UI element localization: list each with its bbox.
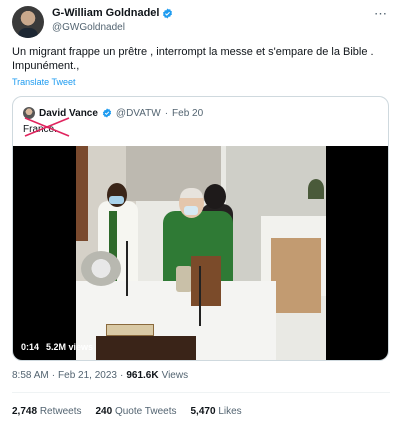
quotes-count: 240 <box>95 406 113 417</box>
views-count: 961.6K <box>126 370 159 381</box>
video-views: 5.2M views <box>46 342 94 352</box>
author-handle[interactable]: @GWGoldnadel <box>52 22 125 33</box>
translate-tweet-link[interactable]: Translate Tweet <box>12 77 76 87</box>
author-name-row[interactable]: G-William Goldnadel <box>52 7 173 19</box>
author-avatar[interactable] <box>12 6 44 38</box>
verified-badge-icon <box>102 108 112 118</box>
quotes-label: Quote Tweets <box>114 406 177 417</box>
retweets-count: 2,748 <box>12 406 38 417</box>
views-label: Views <box>161 370 189 381</box>
tweet-date[interactable]: Feb 21, 2023 <box>58 370 117 381</box>
likes-count: 5,470 <box>190 406 216 417</box>
tweet-meta: 8:58 AM · Feb 21, 2023 · 961.6K Views <box>12 370 189 381</box>
author-name[interactable]: G-William Goldnadel <box>52 7 159 19</box>
quoted-author-handle[interactable]: @DVATW <box>116 108 161 119</box>
verified-badge-icon <box>163 7 173 19</box>
video-player[interactable]: 0:14 5.2M views <box>13 146 388 360</box>
video-frame <box>76 146 326 360</box>
retweets-label: Retweets <box>39 406 82 417</box>
quote-tweets-stat[interactable]: 240 Quote Tweets <box>96 406 177 417</box>
video-info-overlay: 0:14 5.2M views <box>21 342 93 352</box>
tweet-time[interactable]: 8:58 AM <box>12 370 49 381</box>
engagement-stats: 2,748 Retweets 240 Quote Tweets 5,470 Li… <box>12 406 242 417</box>
likes-stat[interactable]: 5,470 Likes <box>191 406 242 417</box>
quoted-separator: · <box>164 107 169 119</box>
likes-label: Likes <box>218 406 242 417</box>
video-duration: 0:14 <box>21 342 40 352</box>
quoted-tweet[interactable]: David Vance @DVATW · Feb 20 France. <box>12 96 389 361</box>
quoted-date[interactable]: Feb 20 <box>172 108 203 119</box>
retweets-stat[interactable]: 2,748 Retweets <box>12 406 82 417</box>
divider <box>12 392 390 393</box>
tweet-text: Un migrant frappe un prêtre , interrompt… <box>12 46 374 72</box>
strike-through-mark <box>24 117 70 137</box>
more-icon[interactable]: ⋯ <box>374 6 388 22</box>
